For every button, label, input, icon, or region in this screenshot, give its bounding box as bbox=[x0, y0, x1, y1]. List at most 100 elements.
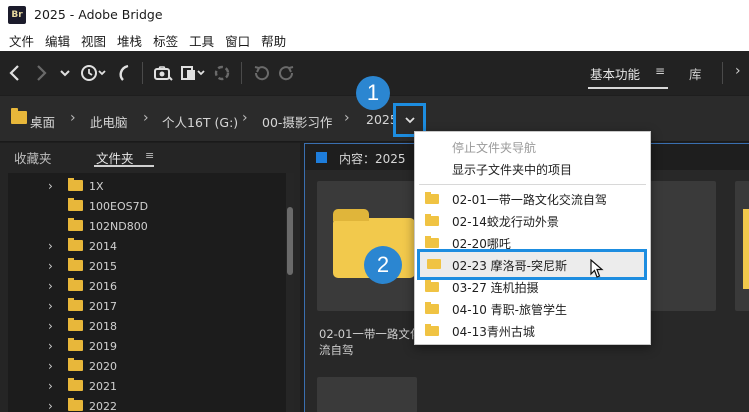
folder-icon bbox=[68, 378, 83, 391]
toolbar-divider bbox=[142, 62, 143, 84]
rotate-right-icon[interactable] bbox=[276, 61, 298, 85]
tree-item-label: 2020 bbox=[89, 359, 117, 373]
rotate-left-icon[interactable] bbox=[250, 61, 272, 85]
breadcrumb-chevron-icon[interactable]: › bbox=[344, 110, 350, 126]
menu-help[interactable]: 帮助 bbox=[256, 31, 291, 50]
boomerang-icon[interactable] bbox=[114, 61, 134, 85]
chevron-right-icon[interactable]: › bbox=[48, 319, 53, 333]
folder-tree: › 1X 100EOS7D 102ND800 › 2014 › 2015 › 2016 … bbox=[8, 173, 290, 412]
menu-window[interactable]: 窗口 bbox=[220, 31, 255, 50]
menu-view[interactable]: 视图 bbox=[76, 31, 111, 50]
tree-item-label: 1X bbox=[89, 179, 104, 193]
tree-scrollbar[interactable] bbox=[286, 173, 294, 412]
folder-icon bbox=[425, 324, 439, 336]
folder-thumbnail[interactable] bbox=[735, 181, 749, 311]
menu-bar: 文件 编辑 视图 堆栈 标签 工具 窗口 帮助 bbox=[0, 29, 749, 51]
tree-item[interactable]: 102ND800 bbox=[8, 216, 290, 236]
tab-favorites[interactable]: 收藏夹 bbox=[14, 148, 52, 167]
tree-item[interactable]: › 2016 bbox=[8, 276, 290, 296]
menu-file[interactable]: 文件 bbox=[4, 31, 39, 50]
tree-item[interactable]: › 2015 bbox=[8, 256, 290, 276]
breadcrumb-chevron-icon[interactable]: › bbox=[70, 110, 76, 126]
refine-icon[interactable] bbox=[211, 61, 233, 85]
breadcrumb-chevron-icon[interactable]: › bbox=[242, 110, 248, 126]
tree-item[interactable]: › 2020 bbox=[8, 356, 290, 376]
folder-icon bbox=[68, 178, 83, 191]
scroll-thumb[interactable] bbox=[287, 207, 293, 275]
chevron-down-icon[interactable] bbox=[58, 61, 72, 85]
breadcrumb-this-pc[interactable]: 此电脑 bbox=[90, 112, 128, 131]
menu-stack[interactable]: 堆栈 bbox=[112, 31, 147, 50]
tree-item-label: 2019 bbox=[89, 339, 117, 353]
chevron-right-icon[interactable]: › bbox=[48, 239, 53, 253]
panel-menu-icon[interactable]: ≡ bbox=[145, 149, 154, 162]
menu-item-folder[interactable]: 02-14蛟龙行动外景 bbox=[415, 210, 650, 232]
folder-icon bbox=[425, 214, 439, 226]
panel-active-indicator bbox=[316, 152, 327, 163]
tree-item[interactable]: › 2018 bbox=[8, 316, 290, 336]
folder-icon bbox=[68, 318, 83, 331]
title-bar: Br 2025 - Adobe Bridge bbox=[0, 0, 749, 29]
bridge-logo-icon: Br bbox=[8, 5, 26, 24]
menu-item-label: 02-23 摩洛哥-突尼斯 bbox=[452, 259, 568, 273]
panel-tabs: 收藏夹 文件夹 ≡ bbox=[0, 143, 300, 171]
folder-thumbnail[interactable] bbox=[317, 377, 417, 412]
menu-label[interactable]: 标签 bbox=[148, 31, 183, 50]
back-icon[interactable] bbox=[6, 61, 22, 85]
breadcrumb-desktop[interactable]: 桌面 bbox=[30, 112, 55, 131]
menu-tools[interactable]: 工具 bbox=[184, 31, 219, 50]
menu-item-folder[interactable]: 04-10 青职-旅管学生 bbox=[415, 298, 650, 320]
thumbnail-caption: 02-01一带一路文化 流自驾 bbox=[319, 326, 421, 358]
output-icon[interactable] bbox=[179, 61, 207, 85]
recent-history-icon[interactable] bbox=[78, 61, 108, 85]
menu-item-folder[interactable]: 02-01一带一路文化交流自驾 bbox=[415, 188, 650, 210]
chevron-right-icon[interactable]: › bbox=[48, 299, 53, 313]
tree-item[interactable]: › 2019 bbox=[8, 336, 290, 356]
menu-item-folder-highlighted[interactable]: 02-23 摩洛哥-突尼斯 bbox=[417, 249, 647, 280]
tree-item-label: 2022 bbox=[89, 399, 117, 412]
workspace-essentials-tab[interactable]: 基本功能 bbox=[590, 64, 640, 83]
chevron-right-icon[interactable]: › bbox=[48, 179, 53, 193]
more-workspaces-icon[interactable]: › bbox=[735, 63, 741, 79]
menu-item-show-subfolder-items[interactable]: 显示子文件夹中的项目 bbox=[415, 158, 650, 180]
folder-icon bbox=[68, 198, 83, 211]
workspace-menu-icon[interactable]: ≡ bbox=[655, 64, 665, 78]
folder-thumbnail[interactable] bbox=[650, 181, 716, 311]
tree-item-label: 2015 bbox=[89, 259, 117, 273]
tree-item[interactable]: › 1X bbox=[8, 176, 290, 196]
thumbnail-caption-line: 02-01一带一路文化 bbox=[319, 327, 422, 341]
breadcrumb-chevron-icon[interactable]: › bbox=[143, 110, 149, 126]
folder-icon bbox=[68, 218, 83, 231]
tree-item[interactable]: › 2021 bbox=[8, 376, 290, 396]
tree-item[interactable]: › 2022 bbox=[8, 396, 290, 412]
tree-item-label: 2016 bbox=[89, 279, 117, 293]
chevron-right-icon[interactable]: › bbox=[48, 279, 53, 293]
menu-item-label: 02-14蛟龙行动外景 bbox=[452, 215, 559, 229]
folder-icon bbox=[425, 302, 439, 314]
tree-item-label: 100EOS7D bbox=[89, 199, 149, 213]
tree-item[interactable]: 100EOS7D bbox=[8, 196, 290, 216]
folder-icon bbox=[68, 258, 83, 271]
chevron-right-icon[interactable]: › bbox=[48, 399, 53, 412]
tree-item[interactable]: › 2017 bbox=[8, 296, 290, 316]
tree-item[interactable]: › 2014 bbox=[8, 236, 290, 256]
folder-icon bbox=[425, 236, 439, 248]
folder-icon bbox=[68, 338, 83, 351]
folder-icon bbox=[68, 398, 83, 411]
menu-item-label: 02-01一带一路文化交流自驾 bbox=[452, 193, 607, 207]
breadcrumb-photo-folder[interactable]: 00-摄影习作 bbox=[262, 112, 332, 131]
step-callout: 1 bbox=[356, 76, 390, 110]
forward-icon[interactable] bbox=[34, 61, 50, 85]
camera-import-icon[interactable] bbox=[151, 61, 175, 85]
breadcrumb-drive[interactable]: 个人16T (G:) bbox=[162, 112, 238, 131]
chevron-right-icon[interactable]: › bbox=[48, 379, 53, 393]
menu-edit[interactable]: 编辑 bbox=[40, 31, 75, 50]
chevron-right-icon[interactable]: › bbox=[48, 339, 53, 353]
menu-item-folder[interactable]: 04-13青州古城 bbox=[415, 320, 650, 342]
workspace-library-tab[interactable]: 库 bbox=[689, 64, 702, 83]
folder-thumbnail[interactable] bbox=[317, 181, 417, 311]
folder-icon bbox=[11, 108, 27, 124]
chevron-right-icon[interactable]: › bbox=[48, 359, 53, 373]
toolbar-divider bbox=[722, 62, 723, 84]
chevron-right-icon[interactable]: › bbox=[48, 259, 53, 273]
